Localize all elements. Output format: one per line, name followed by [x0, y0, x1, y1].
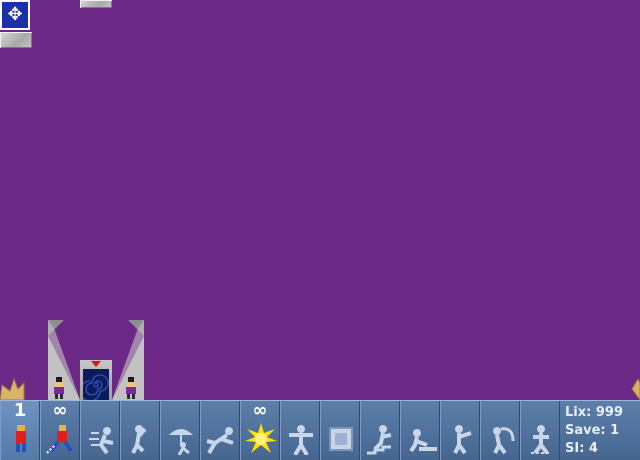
skill-button-walker[interactable]: 1 — [0, 401, 40, 460]
spawn-interval-text: SI: 4 — [565, 441, 598, 456]
runner-lix-icon — [46, 425, 73, 454]
sprinter-icon — [89, 427, 114, 455]
climber-icon — [131, 425, 147, 454]
move-view-button[interactable]: ✥ — [0, 0, 30, 30]
skill-button-jumper[interactable] — [200, 401, 240, 460]
goal-ear-right-icon — [631, 377, 640, 400]
jumper-icon — [206, 427, 234, 455]
skill-button-blocker[interactable] — [280, 401, 320, 460]
digger-icon — [531, 425, 551, 455]
skill-count: ∞ — [252, 400, 268, 421]
stats-panel: Lix: 999 Save: 1 SI: 4 — [560, 401, 640, 460]
skill-count: 1 — [13, 400, 27, 421]
lix-character[interactable] — [52, 377, 66, 399]
skill-button-cuber[interactable] — [320, 401, 360, 460]
entrance-hatch — [79, 360, 112, 400]
basher-icon — [453, 425, 472, 455]
skill-button-platformer[interactable] — [400, 401, 440, 460]
umbrella-floater-icon — [169, 429, 193, 455]
stone-block-left — [0, 32, 32, 48]
explosion-icon — [245, 423, 277, 453]
save-count-text: Save: 1 — [565, 423, 620, 438]
skill-button-basher[interactable] — [440, 401, 480, 460]
skill-button-digger[interactable] — [520, 401, 560, 460]
four-way-arrows-icon: ✥ — [7, 4, 23, 25]
skill-panel: 1 ∞ ∞ Lix: 999 Save: 1 SI: 4 — [0, 400, 640, 460]
walker-lix-icon — [16, 425, 26, 452]
level-playfield[interactable]: ✥ — [0, 0, 640, 400]
blocker-icon — [289, 425, 313, 455]
skill-button-climber[interactable] — [120, 401, 160, 460]
builder-icon — [367, 425, 392, 455]
skill-button-builder[interactable] — [360, 401, 400, 460]
stone-block-top — [80, 0, 112, 8]
skill-button-floater[interactable] — [160, 401, 200, 460]
lix-count-text: Lix: 999 — [565, 405, 623, 420]
skill-count: ∞ — [52, 400, 68, 421]
platformer-icon — [409, 429, 437, 453]
skill-button-miner[interactable] — [480, 401, 520, 460]
skill-button-exploder[interactable]: ∞ — [240, 401, 280, 460]
goal-ear-left-icon — [0, 377, 25, 400]
spiral-icon — [79, 374, 109, 400]
hatch-door — [79, 369, 109, 400]
miner-icon — [493, 427, 515, 455]
skill-button-runner[interactable]: ∞ — [40, 401, 80, 460]
lix-character[interactable] — [124, 377, 138, 399]
skill-button-sprinter[interactable] — [80, 401, 120, 460]
hatch-arrow-icon — [91, 361, 101, 367]
cube-icon — [329, 427, 353, 451]
